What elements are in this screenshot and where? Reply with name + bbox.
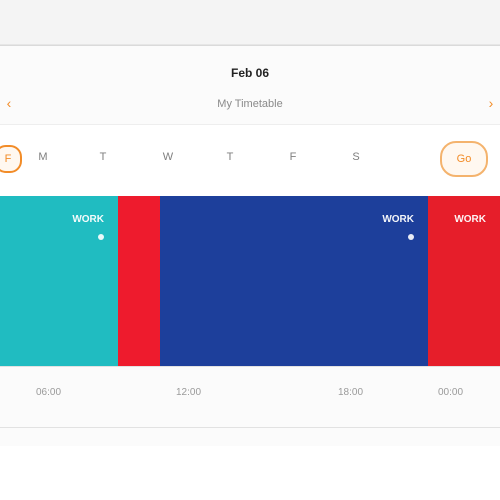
day-chip[interactable]: F — [0, 145, 22, 173]
event-title: WORK — [454, 214, 486, 225]
day-chip[interactable]: M — [31, 145, 55, 169]
event-title: WORK — [72, 214, 104, 225]
event-block[interactable] — [118, 196, 160, 366]
top-strip — [0, 0, 500, 45]
today-button[interactable]: Go — [440, 141, 488, 177]
event-block[interactable]: WORK — [428, 196, 500, 366]
time-label: 18:00 — [338, 387, 364, 398]
events-area: WORK WORK WORK — [0, 196, 500, 366]
day-chip[interactable]: T — [91, 145, 115, 169]
time-label: 06:00 — [36, 387, 62, 398]
event-block[interactable]: WORK — [160, 196, 428, 366]
timeline: 06:00 12:00 18:00 00:00 — [0, 366, 500, 428]
next-arrow-icon[interactable]: › — [482, 94, 500, 112]
day-chip[interactable]: S — [344, 145, 368, 169]
weekday-row: F M T W T F S Go — [0, 124, 500, 198]
event-dot-icon — [408, 234, 414, 240]
footer — [0, 446, 500, 500]
day-chip[interactable]: T — [218, 145, 242, 169]
time-label: 00:00 — [438, 387, 464, 398]
month-title: Feb 06 — [230, 66, 269, 80]
event-dot-icon — [98, 234, 104, 240]
event-title: WORK — [382, 214, 414, 225]
day-chip[interactable]: F — [281, 145, 305, 169]
calendar-panel: Feb 06 ‹ My Timetable › F M T W T F S Go… — [0, 45, 500, 447]
calendar-header: Feb 06 ‹ My Timetable › — [0, 46, 500, 124]
day-chip[interactable]: W — [156, 145, 180, 169]
calendar-name: My Timetable — [217, 98, 283, 110]
time-label: 12:00 — [176, 387, 202, 398]
event-block[interactable]: WORK — [0, 196, 118, 366]
